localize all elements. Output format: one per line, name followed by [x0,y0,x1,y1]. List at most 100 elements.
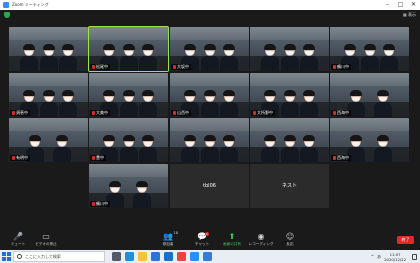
tray-overflow-chevron-icon[interactable]: ^ [371,254,374,259]
participant-person [300,90,319,117]
participant-person [139,135,158,162]
gallery-view: ▦ 表示 松尾中 大坂中 鶴川中 須恵中 大美中 山西中 大所野中 西海中 有明中 豊中 西海中 鶴川… [0,10,420,230]
participant-video-tile[interactable] [170,118,249,162]
participant-name: 豊中 [96,155,104,160]
store-icon[interactable] [151,252,160,261]
participant-video-tile[interactable]: 鶴川中 [330,27,409,71]
participant-name-tag: 山西中 [171,110,191,116]
end-meeting-button[interactable]: 終了 [397,236,414,244]
mute-button[interactable]: 🎤 ミュート [4,232,32,249]
participant-video-tile[interactable]: 有明中 [9,118,88,162]
meeting-info-shield-icon[interactable] [4,12,10,18]
mic-muted-icon [173,111,176,115]
explorer-icon[interactable] [138,252,147,261]
windows-start-button[interactable] [2,252,11,261]
share-screen-button[interactable]: ⬆ 画面の共有 [218,232,246,249]
search-icon [17,254,22,259]
participant-video-off-tile[interactable]: tbl06 [170,164,249,208]
participant-video-tile[interactable] [9,27,88,71]
chat-unread-badge: 1 [205,232,209,236]
mic-muted-icon [12,156,15,160]
mute-label: ミュート [10,242,26,246]
participant-name: 西海中 [337,110,349,115]
windows-taskbar: ここに入力して検索 ^ あ 11:07 2020/12/22 [0,250,420,263]
participants-icon: 👥 18 [163,231,178,241]
participant-person [280,135,299,162]
participant-name-tag: 大所野中 [251,110,275,116]
participant-name: 須恵中 [16,110,28,115]
view-toggle-button[interactable]: ▦ 表示 [403,11,416,18]
taskbar-search-box[interactable]: ここに入力して検索 [13,251,105,262]
participant-person [260,135,279,162]
participant-person [52,135,71,162]
participant-name-tag: 大美中 [90,110,110,116]
participant-person [139,44,158,71]
participant-video-tile[interactable]: 須恵中 [9,73,88,117]
mic-muted-icon [333,65,336,69]
window-title-bar: Zoom ミーティング – □ ✕ [0,0,420,10]
participant-person [200,135,219,162]
maximize-button[interactable]: □ [394,0,407,10]
participant-person [200,90,219,117]
edge-icon[interactable] [125,252,134,261]
mic-muted-icon [173,65,176,69]
window-title: Zoom ミーティング [12,2,49,7]
mail-icon[interactable] [164,252,173,261]
participant-name-tag: 鶴川中 [331,64,351,70]
participant-person [220,135,239,162]
record-label: レコーディング [248,242,274,246]
participant-name: 大所野中 [257,110,273,115]
clock-date: 2020/12/22 [384,256,406,262]
participant-person [39,44,58,71]
participant-video-off-tile[interactable]: ネスト [250,164,329,208]
participant-video-tile[interactable]: 山西中 [170,73,249,117]
mic-muted-icon [92,111,95,115]
participant-name: 西海中 [337,155,349,160]
participant-person [119,44,138,71]
participant-person [39,90,58,117]
participant-video-tile[interactable]: 大所野中 [250,73,329,117]
photos-icon[interactable] [203,252,212,261]
share-screen-icon: ⬆ [228,232,236,241]
participant-person [180,135,199,162]
participant-name-tag: 豊中 [90,155,106,161]
ime-indicator[interactable]: あ [377,254,381,260]
mic-muted-icon [333,156,336,160]
participant-video-tile[interactable]: 豊中 [89,118,168,162]
participant-video-tile[interactable]: 西海中 [330,118,409,162]
participants-count: 18 [173,231,178,235]
participant-person [300,44,319,71]
participant-video-tile[interactable]: 松尾中 [88,26,169,72]
zoom-icon[interactable] [190,252,199,261]
task-view-icon[interactable] [112,252,121,261]
participant-name-tag: 須恵中 [10,110,30,116]
chat-bubble-icon: 💬 1 [197,232,209,241]
microphone-icon: 🎤 [13,232,23,241]
taskbar-clock[interactable]: 11:07 2020/12/22 [384,252,406,262]
participant-person [200,44,219,71]
participant-video-tile[interactable]: 西海中 [330,73,409,117]
reactions-button[interactable]: ☺ 反応 [276,232,304,249]
participant-person [220,90,239,117]
participant-person [119,135,138,162]
participant-person [280,90,299,117]
mic-muted-icon [92,202,95,206]
participant-person [280,44,299,71]
mic-muted-icon [92,156,95,160]
minimize-button[interactable]: – [381,0,394,10]
participant-person [300,135,319,162]
participants-label: 参加者 [162,242,174,246]
participant-video-tile[interactable]: 大坂中 [170,27,249,71]
close-button[interactable]: ✕ [407,0,420,10]
participant-video-tile[interactable]: 鶴川中 [89,164,168,208]
notification-center-icon[interactable] [412,253,417,260]
record-button[interactable]: ◉ レコーディング [247,232,275,249]
participant-video-tile[interactable] [250,27,329,71]
participant-video-tile[interactable]: 大美中 [89,73,168,117]
chat-button[interactable]: 💬 1 チャット [188,232,216,249]
participants-button[interactable]: 👥 18 参加者 [154,231,182,249]
stop-video-button[interactable]: ▭ ビデオの停止 [32,232,60,249]
chrome-icon[interactable] [177,252,186,261]
participant-video-tile[interactable] [250,118,329,162]
participant-name: ネスト [281,183,297,189]
